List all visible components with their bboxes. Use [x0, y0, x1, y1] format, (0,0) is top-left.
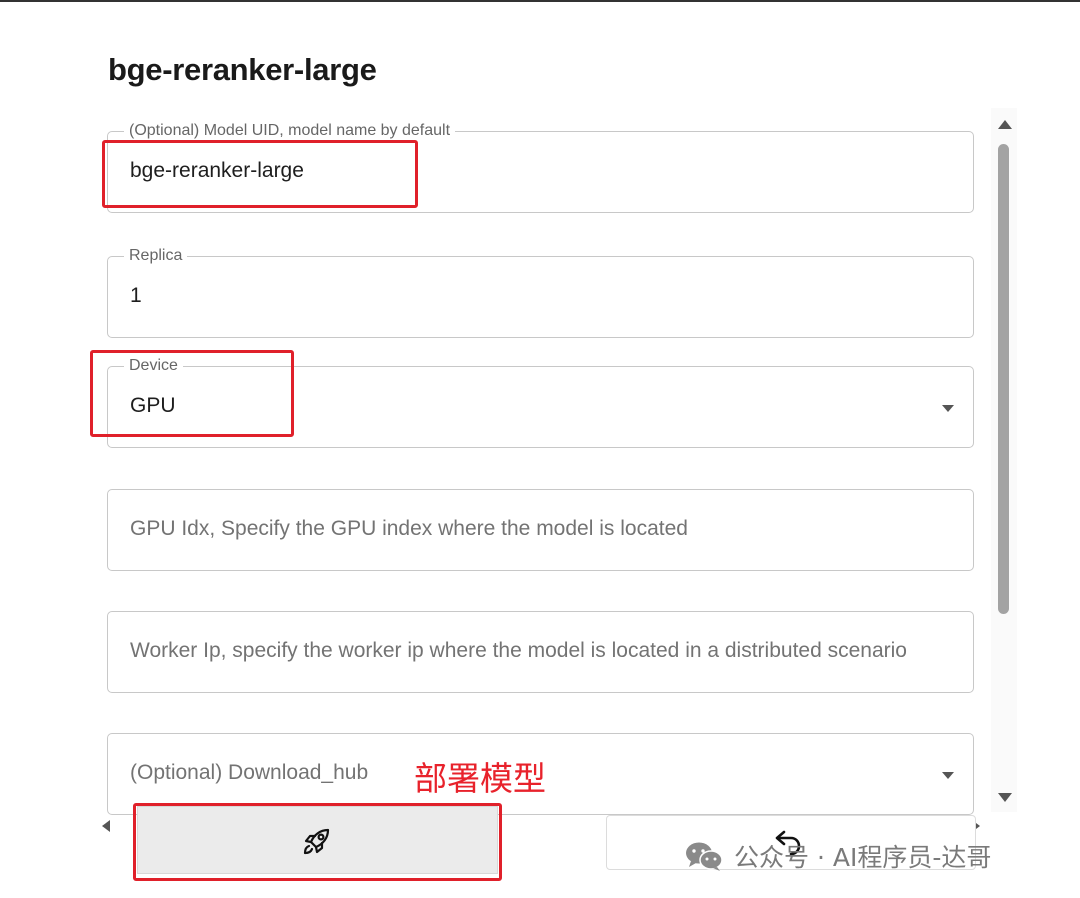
- watermark: 公众号 · AI程序员-达哥: [684, 836, 991, 876]
- device-select[interactable]: Device GPU: [107, 356, 974, 448]
- watermark-text: 公众号 · AI程序员-达哥: [734, 843, 992, 872]
- worker-ip-field[interactable]: Worker Ip, specify the worker ip where t…: [107, 611, 974, 693]
- model-uid-input[interactable]: bge-reranker-large: [130, 159, 304, 183]
- page-title: bge-reranker-large: [108, 52, 377, 87]
- scroll-down-arrow-icon[interactable]: [998, 793, 1012, 802]
- model-uid-label: (Optional) Model UID, model name by defa…: [124, 121, 456, 141]
- model-uid-field[interactable]: (Optional) Model UID, model name by defa…: [107, 121, 974, 213]
- device-label: Device: [124, 356, 183, 376]
- replica-field[interactable]: Replica 1: [107, 246, 974, 338]
- scrollbar-thumb[interactable]: [998, 144, 1009, 614]
- scroll-up-arrow-icon[interactable]: [998, 120, 1012, 129]
- deploy-button[interactable]: [137, 806, 498, 874]
- chevron-down-icon[interactable]: [942, 405, 954, 412]
- device-selected-value: GPU: [130, 394, 176, 417]
- gpu-idx-input[interactable]: GPU Idx, Specify the GPU index where the…: [130, 517, 949, 541]
- rocket-icon: [303, 828, 330, 855]
- window-top-border: [0, 0, 1080, 2]
- wechat-icon: [686, 842, 723, 871]
- replica-input[interactable]: 1: [130, 284, 142, 308]
- vertical-scrollbar[interactable]: [991, 108, 1017, 812]
- chevron-down-icon[interactable]: [942, 772, 954, 779]
- gpu-idx-field[interactable]: GPU Idx, Specify the GPU index where the…: [107, 489, 974, 571]
- worker-ip-input[interactable]: Worker Ip, specify the worker ip where t…: [130, 639, 949, 663]
- replica-label: Replica: [124, 246, 188, 266]
- deploy-model-annotation: 部署模型: [414, 759, 546, 798]
- scroll-left-arrow-icon[interactable]: [102, 820, 110, 832]
